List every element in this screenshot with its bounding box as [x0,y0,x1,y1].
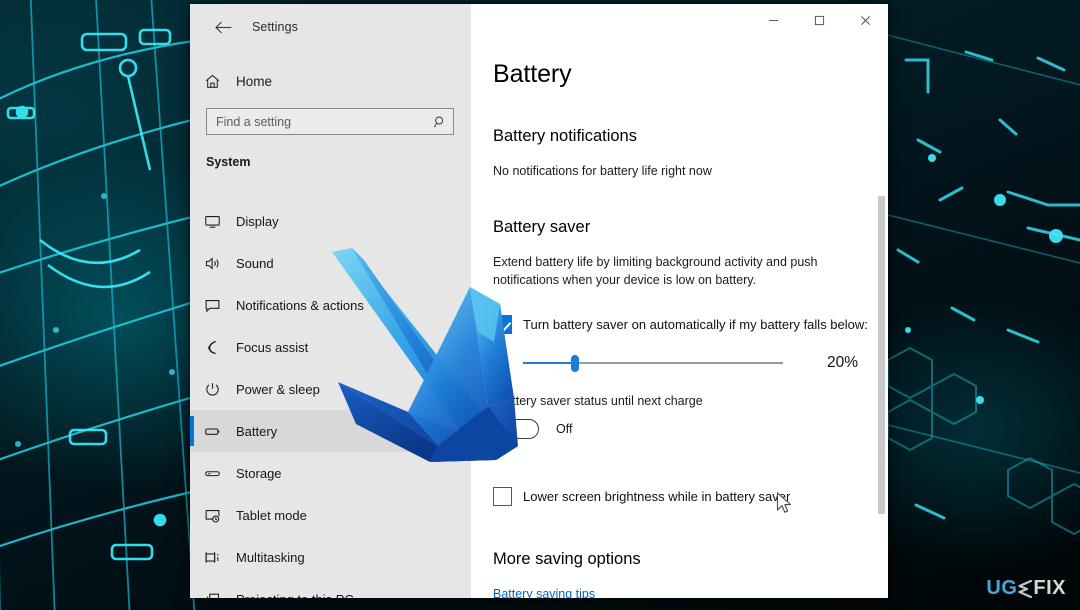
lower-brightness-row[interactable]: Lower screen brightness while in battery… [493,487,858,507]
sidebar-item-tablet-mode[interactable]: Tablet mode [190,494,471,536]
sidebar-item-battery[interactable]: Battery [190,410,471,452]
monitor-icon [204,213,234,230]
auto-battery-saver-row[interactable]: Turn battery saver on automatically if m… [493,315,868,335]
background-circuit-right [888,34,1080,536]
tablet-icon [204,507,234,524]
projecting-icon [204,591,234,598]
multitasking-icon [204,549,234,566]
sidebar-section-label: System [206,155,251,169]
minimize-button[interactable] [750,4,796,36]
sidebar-nav-list: Display Sound Notifications & actions Fo… [190,200,471,598]
sidebar-item-label: Focus assist [236,339,309,355]
maximize-button[interactable] [796,4,842,36]
settings-sidebar: Home System [190,4,471,598]
background-circuit-left [0,0,200,610]
power-icon [204,381,234,398]
battery-icon [204,423,234,440]
battery-notifications-heading: Battery notifications [493,127,637,145]
lower-brightness-checkbox[interactable] [493,487,512,507]
page-title: Battery [493,60,572,88]
sidebar-home-label: Home [236,73,273,89]
slider-thumb[interactable] [570,355,579,373]
slider-value-label: 20% [826,354,858,372]
battery-saver-heading: Battery saver [493,218,591,237]
auto-battery-saver-checkbox[interactable] [493,315,512,335]
settings-content-pane: Battery Battery notifications No notific… [471,4,888,598]
close-button[interactable] [842,4,888,36]
sidebar-item-label: Storage [236,465,282,481]
slider-fill [523,362,575,365]
more-saving-options-heading: More saving options [493,550,641,569]
battery-saver-toggle-row: Off [493,419,858,440]
battery-threshold-slider-row: 20% [493,353,858,373]
auto-battery-saver-label: Turn battery saver on automatically if m… [523,317,868,333]
settings-window: Home System [190,4,888,598]
battery-saver-description: Extend battery life by limiting backgrou… [493,255,818,288]
content-scrollbar[interactable] [878,196,885,514]
sidebar-item-power-sleep[interactable]: Power & sleep [190,368,471,410]
scrollbar-thumb[interactable] [878,196,885,514]
sidebar-item-label: Power & sleep [236,381,320,397]
sidebar-item-label: Projecting to this PC [236,592,354,599]
battery-notifications-text: No notifications for battery life right … [493,164,712,178]
search-input[interactable] [207,109,427,134]
sidebar-item-sound[interactable]: Sound [190,242,471,284]
sidebar-item-storage[interactable]: Storage [190,452,471,494]
sidebar-item-display[interactable]: Display [190,200,471,242]
sidebar-item-focus-assist[interactable]: Focus assist [190,326,471,368]
sidebar-item-home[interactable]: Home [190,64,471,98]
speaker-icon [204,255,234,272]
search-box[interactable] [206,108,454,135]
battery-saver-toggle-state: Off [556,422,573,437]
storage-icon [204,465,234,482]
search-icon [427,115,453,129]
battery-saver-status-label: Battery saver status until next charge [497,394,703,409]
notification-icon [204,297,234,314]
sidebar-item-label: Multitasking [236,549,305,565]
sidebar-item-projecting[interactable]: Projecting to this PC [190,578,471,598]
sidebar-item-label: Battery [236,423,278,439]
moon-icon [204,339,234,356]
home-icon [204,73,234,90]
screenshot-stage: Home System [0,0,1080,610]
battery-saving-tips-link[interactable]: Battery saving tips [493,587,858,598]
battery-saver-toggle[interactable] [497,419,539,440]
sidebar-item-label: Tablet mode [236,507,307,523]
toggle-knob [502,424,511,434]
lower-brightness-label: Lower screen brightness while in battery… [523,489,791,505]
sidebar-item-label: Display [236,213,279,229]
sidebar-item-label: Sound [236,255,274,271]
sidebar-item-label: Notifications & actions [236,297,364,313]
sidebar-item-notifications[interactable]: Notifications & actions [190,284,471,326]
back-arrow-icon[interactable] [202,12,244,42]
battery-threshold-slider[interactable] [523,353,783,373]
sidebar-item-multitasking[interactable]: Multitasking [190,536,471,578]
